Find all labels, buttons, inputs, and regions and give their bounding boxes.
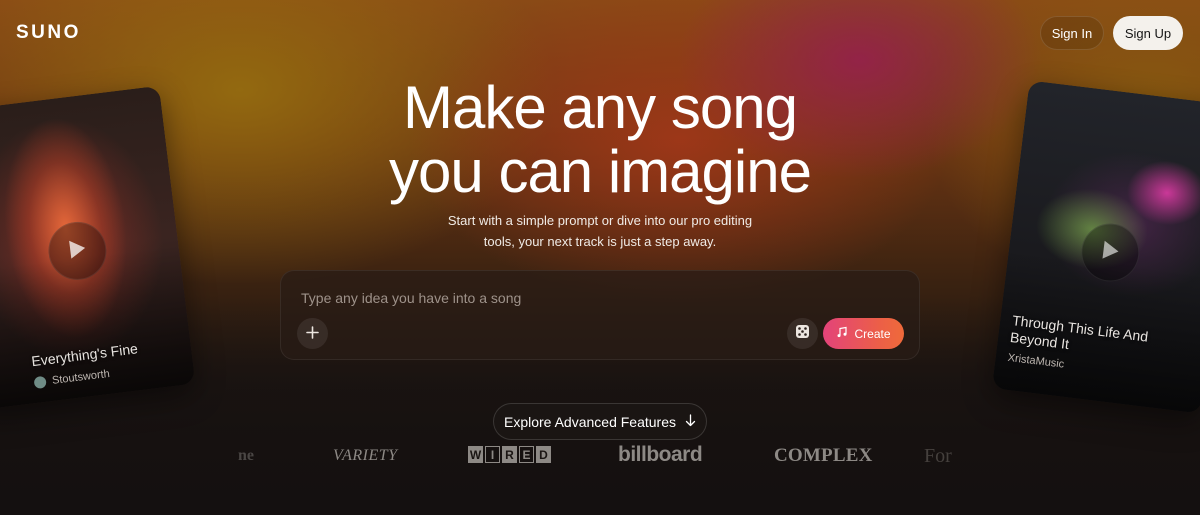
- artist-avatar: [33, 375, 47, 390]
- hero-subtitle-line-2: tools, your next track is just a step aw…: [483, 234, 717, 249]
- wired-letter: D: [536, 446, 551, 463]
- wired-letter: W: [468, 446, 483, 463]
- complex-logo: COMPLEX: [774, 445, 873, 466]
- song-prompt-input[interactable]: [301, 287, 881, 309]
- play-icon: [1100, 239, 1121, 266]
- play-icon: [67, 237, 88, 264]
- add-button[interactable]: [297, 318, 328, 349]
- suno-logo[interactable]: SUNO: [16, 22, 81, 44]
- wired-logo: W I R E D: [468, 446, 551, 463]
- billboard-logo: billboard: [618, 443, 703, 466]
- plus-icon: [306, 324, 319, 343]
- press-logo: ne: [238, 447, 254, 464]
- hero-subtitle: Start with a simple prompt or dive into …: [440, 210, 760, 252]
- hero-title-line-2: you can imagine: [389, 138, 812, 205]
- sign-up-button[interactable]: Sign Up: [1113, 16, 1183, 50]
- hero-title: Make any song you can imagine: [0, 76, 1200, 204]
- create-button[interactable]: Create: [823, 318, 904, 349]
- variety-logo: VARIETY: [333, 447, 398, 464]
- random-idea-button[interactable]: [787, 318, 818, 349]
- song-prompt-box: Create: [280, 270, 920, 360]
- wired-letter: R: [502, 446, 517, 463]
- music-note-sparkle-icon: [836, 326, 848, 341]
- forbes-logo: For: [924, 445, 952, 467]
- create-label: Create: [854, 326, 891, 341]
- dice-icon: [795, 324, 810, 344]
- hero-title-line-1: Make any song: [403, 74, 798, 141]
- sign-in-button[interactable]: Sign In: [1040, 16, 1104, 50]
- wired-letter: I: [485, 446, 500, 463]
- explore-advanced-features-button[interactable]: Explore Advanced Features: [493, 403, 707, 440]
- wired-letter: E: [519, 446, 534, 463]
- explore-label: Explore Advanced Features: [504, 413, 676, 430]
- arrow-down-icon: [685, 413, 696, 430]
- hero-subtitle-line-1: Start with a simple prompt or dive into …: [447, 213, 753, 228]
- press-logos-strip: ne VARIETY W I R E D billboard COMPLEX F…: [0, 440, 1200, 472]
